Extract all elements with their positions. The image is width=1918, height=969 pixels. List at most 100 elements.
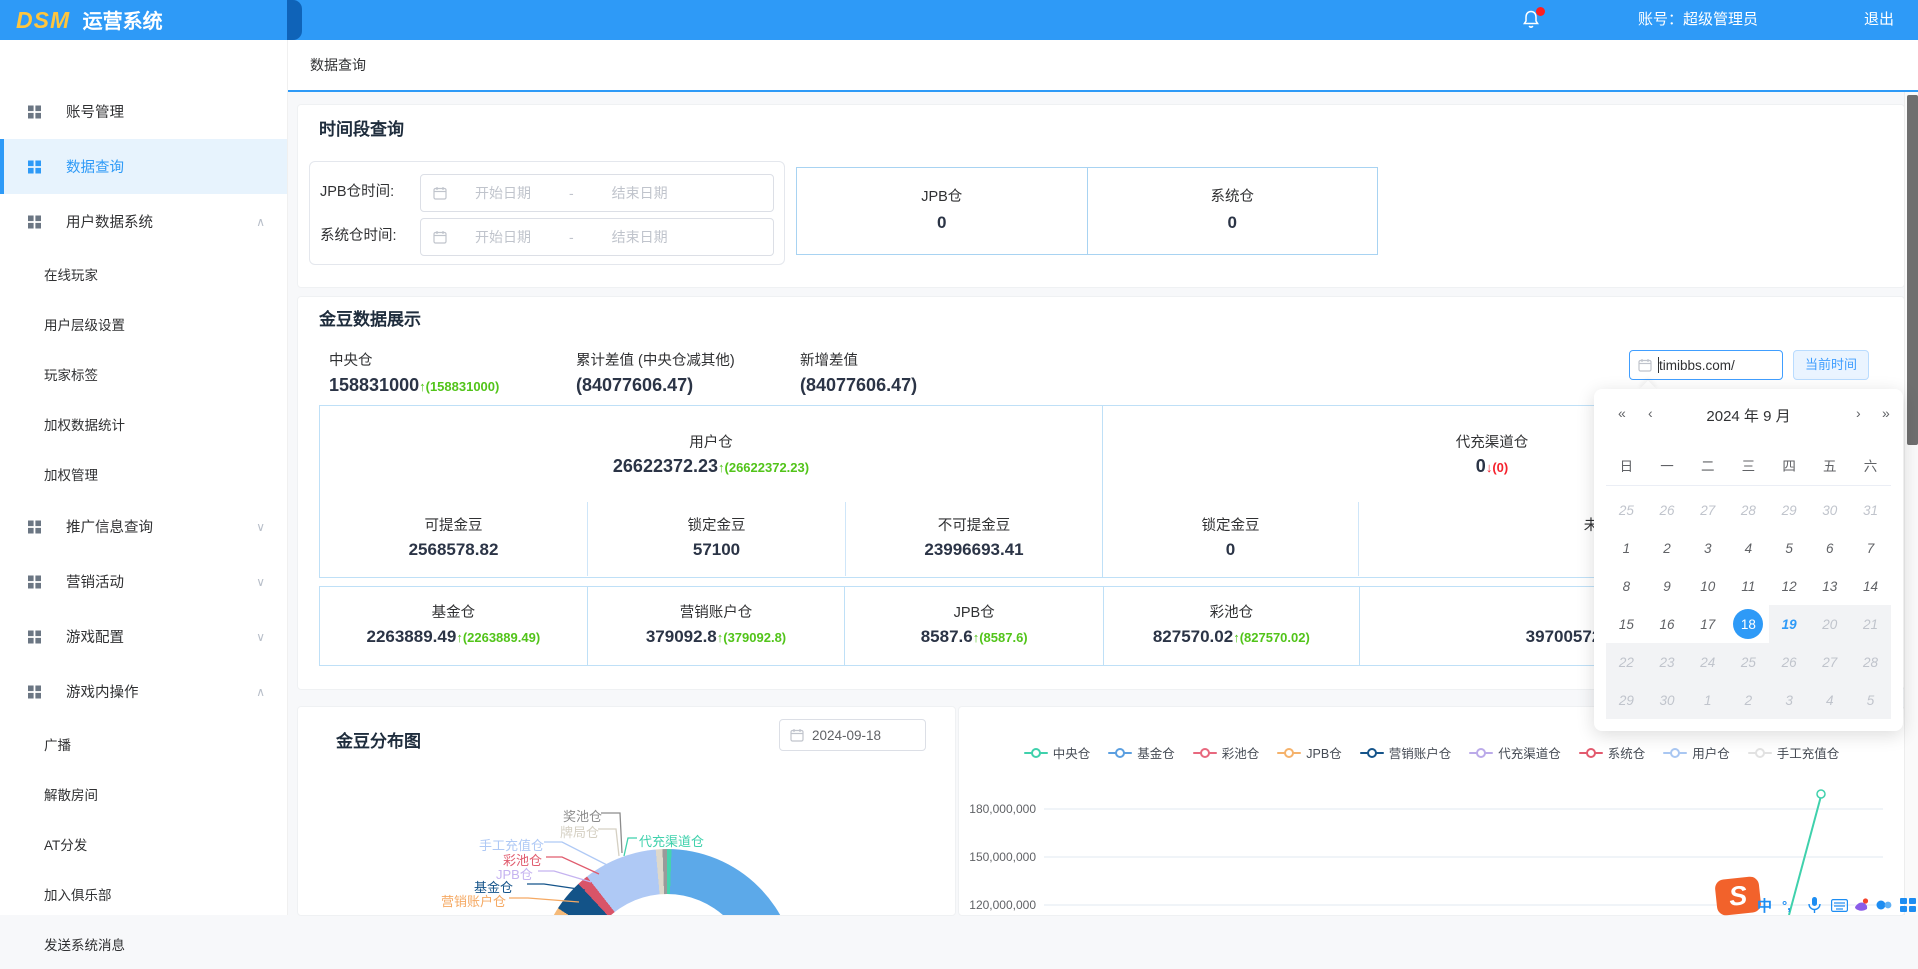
- calendar-day[interactable]: 21: [1850, 605, 1891, 643]
- calendar-day[interactable]: 29: [1606, 681, 1647, 719]
- range-dash: -: [569, 185, 574, 201]
- calendar-day[interactable]: 26: [1647, 491, 1688, 529]
- sidebar-item-label: AT分发: [44, 834, 87, 854]
- jpb-date-range-input[interactable]: 开始日期 - 结束日期: [420, 174, 774, 212]
- calendar-day[interactable]: 27: [1687, 491, 1728, 529]
- sidebar-item-1[interactable]: 数据查询: [0, 139, 287, 194]
- calendar-day[interactable]: 10: [1687, 567, 1728, 605]
- calendar-day[interactable]: 24: [1687, 643, 1728, 681]
- calendar-day[interactable]: 1: [1687, 681, 1728, 719]
- ime-mode-chinese[interactable]: 中: [1757, 896, 1772, 914]
- sidebar-item-16[interactable]: 发送系统消息: [0, 919, 287, 969]
- notification-bell-icon[interactable]: [1521, 9, 1543, 31]
- calendar-day[interactable]: 20: [1809, 605, 1850, 643]
- jpb-warehouse-cell: JPB仓 8587.6↑(8587.6): [844, 587, 1103, 665]
- calendar-day[interactable]: 23: [1647, 643, 1688, 681]
- start-date-placeholder: 开始日期: [475, 227, 531, 247]
- calendar-day[interactable]: 7: [1850, 529, 1891, 567]
- ime-keyboard-icon[interactable]: [1831, 896, 1848, 914]
- calendar-icon: [433, 186, 447, 200]
- calendar-day[interactable]: 13: [1809, 567, 1850, 605]
- calendar-day[interactable]: 17: [1687, 605, 1728, 643]
- scrollbar-thumb[interactable]: [1907, 95, 1918, 445]
- sidebar-item-3[interactable]: 在线玩家: [0, 249, 287, 299]
- sidebar-item-8[interactable]: 推广信息查询∨: [0, 499, 287, 554]
- line-chart[interactable]: 180,000,000 150,000,000 120,000,000: [959, 707, 1904, 915]
- calendar-day[interactable]: 12: [1769, 567, 1810, 605]
- distribution-date-input[interactable]: 2024-09-18: [779, 719, 926, 751]
- ime-punctuation-icon[interactable]: °,: [1782, 896, 1791, 914]
- sidebar-item-0[interactable]: 账号管理: [0, 84, 287, 139]
- next-year-button[interactable]: »: [1882, 405, 1890, 421]
- vertical-scrollbar[interactable]: [1904, 92, 1918, 915]
- sidebar-item-10[interactable]: 游戏配置∨: [0, 609, 287, 664]
- system-warehouse-label: 系统仓: [1088, 185, 1378, 206]
- sidebar-item-label: 账号管理: [66, 101, 124, 122]
- ime-emoji-icon[interactable]: [1876, 896, 1892, 914]
- calendar-day[interactable]: 18: [1728, 605, 1769, 643]
- calendar-week-row: 891011121314: [1606, 567, 1891, 605]
- ime-mic-icon[interactable]: [1808, 896, 1821, 914]
- calendar-day[interactable]: 8: [1606, 567, 1647, 605]
- jpb-time-row: JPB仓时间: 开始日期 - 结束日期: [310, 174, 784, 210]
- calendar-day[interactable]: 28: [1728, 491, 1769, 529]
- calendar-day[interactable]: 5: [1850, 681, 1891, 719]
- ime-skin-icon[interactable]: [1853, 896, 1869, 914]
- calendar-day[interactable]: 6: [1809, 529, 1850, 567]
- calendar-day[interactable]: 5: [1769, 529, 1810, 567]
- next-month-button[interactable]: ›: [1856, 405, 1861, 421]
- ime-logo[interactable]: S: [1714, 876, 1762, 916]
- sidebar-item-15[interactable]: 加入俱乐部: [0, 869, 287, 919]
- calendar-day[interactable]: 28: [1850, 643, 1891, 681]
- central-warehouse-stat: 中央仓 158831000↑(158831000): [329, 349, 499, 396]
- sidebar-item-7[interactable]: 加权管理: [0, 449, 287, 499]
- sidebar-item-label: 解散房间: [44, 784, 98, 804]
- calendar-day[interactable]: 29: [1769, 491, 1810, 529]
- ytick-120m: 120,000,000: [969, 898, 1036, 912]
- calendar-day[interactable]: 30: [1809, 491, 1850, 529]
- calendar-day[interactable]: 4: [1809, 681, 1850, 719]
- chevron-down-icon: ∨: [256, 575, 265, 589]
- calendar-day[interactable]: 30: [1647, 681, 1688, 719]
- calendar-day[interactable]: 19: [1769, 605, 1810, 643]
- system-time-row: 系统仓时间: 开始日期 - 结束日期: [310, 218, 784, 254]
- distribution-date-value: 2024-09-18: [812, 728, 881, 743]
- calendar-day[interactable]: 27: [1809, 643, 1850, 681]
- calendar-day[interactable]: 15: [1606, 605, 1647, 643]
- sidebar-item-9[interactable]: 营销活动∨: [0, 554, 287, 609]
- calendar-day[interactable]: 25: [1728, 643, 1769, 681]
- jpb-time-label: JPB仓时间:: [320, 174, 420, 210]
- calendar-day[interactable]: 3: [1769, 681, 1810, 719]
- current-time-button[interactable]: 当前时间: [1793, 350, 1869, 380]
- calendar-day[interactable]: 2: [1647, 529, 1688, 567]
- calendar-day[interactable]: 4: [1728, 529, 1769, 567]
- sidebar-item-11[interactable]: 游戏内操作∧: [0, 664, 287, 719]
- sidebar-item-5[interactable]: 玩家标签: [0, 349, 287, 399]
- calendar-day[interactable]: 3: [1687, 529, 1728, 567]
- grid-icon: [28, 105, 41, 118]
- calendar-day[interactable]: 22: [1606, 643, 1647, 681]
- calendar-day[interactable]: 9: [1647, 567, 1688, 605]
- sidebar-item-12[interactable]: 广播: [0, 719, 287, 769]
- system-date-range-input[interactable]: 开始日期 - 结束日期: [420, 218, 774, 256]
- grid-icon: [28, 685, 41, 698]
- sidebar-item-4[interactable]: 用户层级设置: [0, 299, 287, 349]
- sidebar-item-13[interactable]: 解散房间: [0, 769, 287, 819]
- goto-date-input[interactable]: timibbs.com/: [1629, 350, 1783, 380]
- calendar-day[interactable]: 2: [1728, 681, 1769, 719]
- logo-system-name: 运营系统: [83, 11, 163, 33]
- calendar-day[interactable]: 31: [1850, 491, 1891, 529]
- central-label: 中央仓: [329, 349, 499, 370]
- calendar-day[interactable]: 11: [1728, 567, 1769, 605]
- calendar-day[interactable]: 1: [1606, 529, 1647, 567]
- grid-icon: [28, 630, 41, 643]
- calendar-day[interactable]: 14: [1850, 567, 1891, 605]
- sidebar-item-14[interactable]: AT分发: [0, 819, 287, 869]
- sidebar-item-2[interactable]: 用户数据系统∧: [0, 194, 287, 249]
- calendar-day[interactable]: 25: [1606, 491, 1647, 529]
- sidebar-item-6[interactable]: 加权数据统计: [0, 399, 287, 449]
- ime-toolbox-icon[interactable]: [1900, 896, 1916, 914]
- logout-button[interactable]: 退出: [1864, 0, 1894, 40]
- calendar-day[interactable]: 26: [1769, 643, 1810, 681]
- calendar-day[interactable]: 16: [1647, 605, 1688, 643]
